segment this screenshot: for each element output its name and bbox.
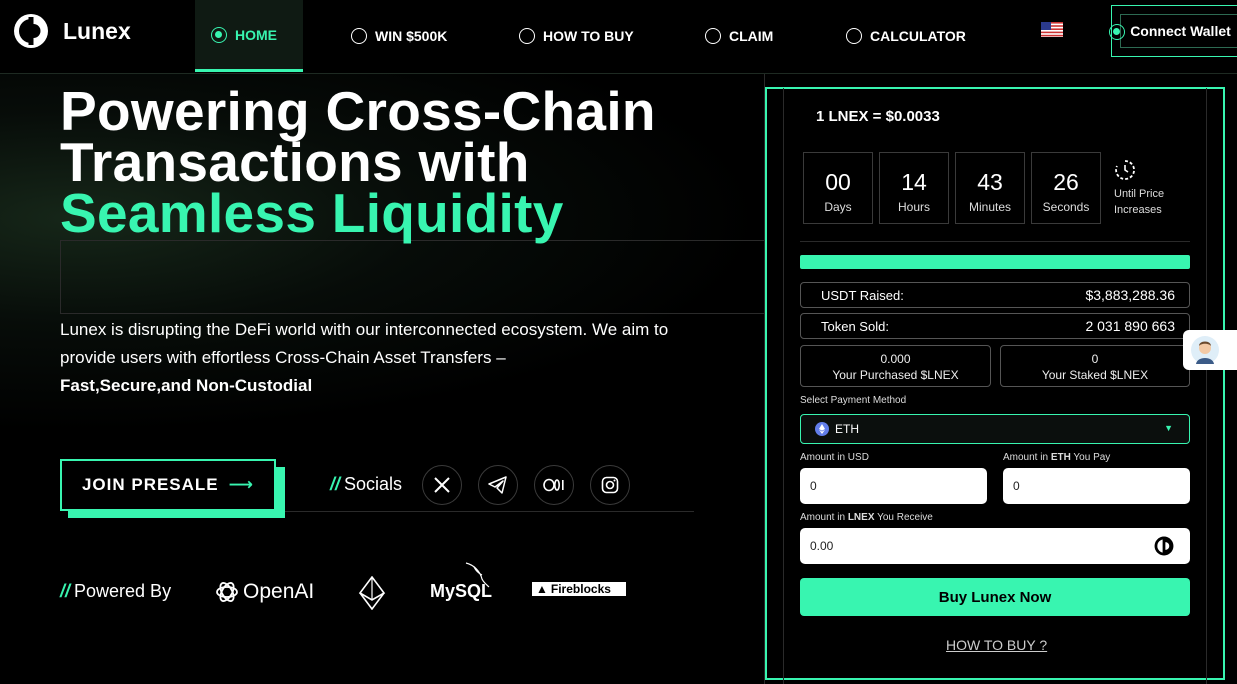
us-flag-icon[interactable] xyxy=(1041,22,1063,37)
until-price-increases: Until Price Increases xyxy=(1114,188,1165,216)
nav-win-label: WIN $500K xyxy=(375,28,448,44)
staked-lnex-value: 0 xyxy=(1091,352,1099,366)
telegram-icon[interactable] xyxy=(478,465,518,505)
hero-description: Lunex is disrupting the DeFi world with … xyxy=(60,316,700,400)
staked-lnex-label: Your Staked $LNEX xyxy=(1041,368,1149,382)
purchased-lnex-label: Your Purchased $LNEX xyxy=(832,368,959,382)
amount-lnex-input[interactable]: 0.00 xyxy=(800,528,1190,564)
token-price: 1 LNEX = $0.0033 xyxy=(816,108,940,125)
nav-how-to-buy-label: HOW TO BUY xyxy=(543,28,634,44)
instagram-icon[interactable] xyxy=(590,465,630,505)
divider xyxy=(276,511,694,512)
fireblocks-mark-icon: ▲ xyxy=(536,582,548,596)
timer-icon xyxy=(1115,160,1135,180)
lunex-token-icon xyxy=(1154,536,1174,556)
buy-lunex-button[interactable]: Buy Lunex Now xyxy=(800,578,1190,616)
nav-how-to-buy[interactable]: HOW TO BUY xyxy=(519,0,634,72)
x-icon[interactable] xyxy=(422,465,462,505)
presale-progress-bar xyxy=(800,255,1190,269)
hero-title-line2: Transactions with xyxy=(60,131,530,193)
amount-lnex-value: 0.00 xyxy=(810,539,834,553)
lunex-logo-icon xyxy=(14,14,48,48)
nav-home-label: HOME xyxy=(235,26,277,43)
nav-calculator-label: CALCULATOR xyxy=(870,28,966,44)
top-navbar: Lunex HOME WIN $500K HOW TO BUY CLAIM CA… xyxy=(0,0,1237,74)
fireblocks-logo: ▲ Fireblocks xyxy=(532,582,626,596)
dolphin-icon xyxy=(465,562,490,588)
openai-logo: OpenAI xyxy=(215,580,314,604)
medium-icon[interactable] xyxy=(534,465,574,505)
brand-name: Lunex xyxy=(63,17,131,44)
radio-icon xyxy=(1109,24,1125,40)
divider xyxy=(800,241,1190,242)
join-presale-label: JOIN PRESALE xyxy=(81,475,219,494)
hero-title-line1: Powering Cross-Chain xyxy=(60,80,656,142)
hero-title-line3: Seamless Liquidity xyxy=(60,182,564,244)
powered-by-label: //Powered By xyxy=(60,581,172,601)
radio-icon xyxy=(705,28,721,44)
how-to-buy-link[interactable]: HOW TO BUY ? xyxy=(946,637,1047,653)
hero-heading: Powering Cross-Chain Transactions with S… xyxy=(60,80,656,244)
payment-selected: ETH xyxy=(835,422,859,436)
usdt-raised-label: USDT Raised: xyxy=(821,287,904,303)
divider xyxy=(60,240,61,314)
connect-wallet-label: Connect Wallet xyxy=(1130,23,1231,39)
radio-icon xyxy=(351,28,367,44)
hero-description-bold: Fast,Secure,and Non-Custodial xyxy=(60,376,313,395)
token-sold-label: Token Sold: xyxy=(821,318,889,334)
amount-usd-value: 0 xyxy=(810,479,817,493)
socials-label: //Socials xyxy=(330,474,403,494)
join-presale-button[interactable]: JOIN PRESALE ⟶ xyxy=(60,459,276,511)
support-avatar-tab xyxy=(1227,330,1237,370)
nav-claim-label: CLAIM xyxy=(729,28,774,44)
countdown-days: 00 Days xyxy=(803,152,873,224)
token-sold-row: Token Sold: 2 031 890 663 xyxy=(800,313,1190,339)
purchased-lnex-box: 0.000 Your Purchased $LNEX xyxy=(800,345,991,387)
payment-method-label: Select Payment Method xyxy=(800,395,907,406)
radio-icon xyxy=(519,28,535,44)
staked-lnex-box: 0 Your Staked $LNEX xyxy=(1000,345,1190,387)
radio-icon xyxy=(211,26,227,43)
amount-eth-value: 0 xyxy=(1013,479,1020,493)
eth-icon xyxy=(815,422,829,436)
token-sold-value: 2 031 890 663 xyxy=(1085,318,1175,334)
payment-method-select[interactable]: ETH ▼ xyxy=(800,414,1190,444)
amount-lnex-label: Amount in LNEX You Receive xyxy=(800,512,933,523)
radio-icon xyxy=(846,28,862,44)
countdown-minutes: 43 Minutes xyxy=(955,152,1025,224)
countdown-hours: 14 Hours xyxy=(879,152,949,224)
nav-claim[interactable]: CLAIM xyxy=(705,0,773,72)
fireblocks-label: Fireblocks xyxy=(550,582,611,596)
usdt-raised-value: $3,883,288.36 xyxy=(1085,287,1175,303)
nav-home[interactable]: HOME xyxy=(195,0,303,72)
chevron-down-icon: ▼ xyxy=(1164,423,1173,433)
openai-label: OpenAI xyxy=(243,580,315,603)
buy-lunex-label: Buy Lunex Now xyxy=(938,588,1052,606)
hero-description-text: Lunex is disrupting the DeFi world with … xyxy=(60,320,669,367)
divider xyxy=(60,313,765,314)
nav-win[interactable]: WIN $500K xyxy=(351,0,447,72)
ethereum-logo-icon xyxy=(358,576,386,610)
support-avatar-button[interactable] xyxy=(1183,330,1227,370)
amount-usd-label: Amount in USD xyxy=(800,452,869,463)
amount-eth-input[interactable]: 0 xyxy=(1003,468,1190,504)
amount-eth-label: Amount in ETH You Pay xyxy=(1003,452,1111,463)
mysql-logo: MySQL xyxy=(430,562,492,602)
openai-icon xyxy=(216,582,238,602)
amount-usd-input[interactable]: 0 xyxy=(800,468,987,504)
nav-calculator[interactable]: CALCULATOR xyxy=(846,0,966,72)
arrow-right-icon: ⟶ xyxy=(228,475,255,494)
support-agent-avatar-icon xyxy=(1191,336,1219,364)
purchased-lnex-value: 0.000 xyxy=(880,352,911,366)
connect-wallet-button[interactable]: Connect Wallet xyxy=(1109,5,1237,57)
countdown-seconds: 26 Seconds xyxy=(1031,152,1101,224)
brand-logo[interactable]: Lunex xyxy=(13,13,131,49)
usdt-raised-row: USDT Raised: $3,883,288.36 xyxy=(800,282,1190,308)
